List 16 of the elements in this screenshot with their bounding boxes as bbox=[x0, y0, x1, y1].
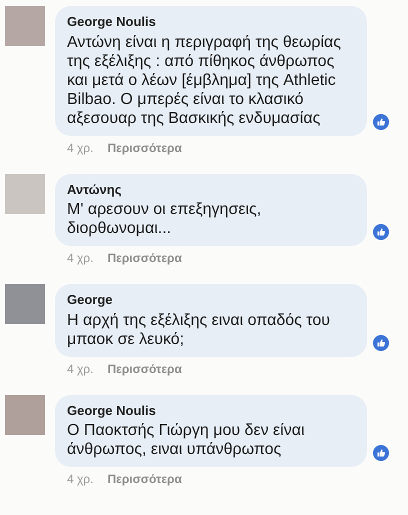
timestamp: 4 χρ. bbox=[67, 140, 94, 156]
like-reaction-icon bbox=[373, 445, 389, 461]
author-name[interactable]: George Noulis bbox=[67, 400, 351, 420]
like-reaction-icon bbox=[373, 224, 389, 240]
like-reaction-icon bbox=[373, 114, 389, 130]
timestamp: 4 χρ. bbox=[67, 472, 94, 487]
comment-text: Αντώνη είναι η περιγραφή της θεωρίας της εξέλιξης : από πίθηκος άνθρωπος και μετά ο λέων [έμβλημα] της Athletic Bilbao. O μπερές είναι το κλασικό αξεσουαρ της Βασκικής ενδυμασίας bbox=[67, 32, 342, 128]
comment-text: Μ' αρεσουν οι επεξηγησεις, διορθωνομαι... bbox=[67, 200, 262, 238]
timestamp: 4 χρ. bbox=[67, 362, 94, 376]
comment-text: Ο Παοκτσής Γιώργη μου δεν είναι άνθρωπος, ειναι υπάνθρωπος bbox=[67, 421, 306, 459]
author-name[interactable]: Αντώνης bbox=[67, 180, 351, 199]
author-name[interactable]: George bbox=[67, 290, 351, 310]
like-reaction-icon bbox=[373, 334, 389, 350]
author-name[interactable]: George Noulis bbox=[67, 12, 351, 32]
comment-text: Η αρχή της εξέλιξης ειναι οπαδός του μπαοκ σε λευκό; bbox=[67, 310, 332, 348]
timestamp: 4 χρ. bbox=[67, 251, 94, 266]
